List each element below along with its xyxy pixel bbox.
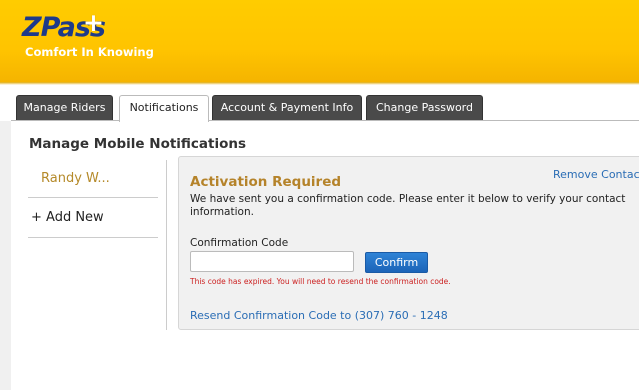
tab-manage-riders[interactable]: Manage Riders: [16, 95, 113, 121]
tab-bar-rule: [11, 120, 639, 121]
contact-item-randy[interactable]: Randy W...: [41, 171, 171, 186]
tagline: Comfort In Knowing: [25, 45, 154, 59]
confirm-button[interactable]: Confirm: [365, 252, 428, 273]
add-new-contact-button[interactable]: + Add New: [31, 210, 161, 225]
activation-title: Activation Required: [190, 174, 342, 190]
confirmation-code-label: Confirmation Code: [190, 237, 289, 249]
resend-code-link[interactable]: Resend Confirmation Code to (307) 760 - …: [190, 309, 448, 322]
vertical-divider: [166, 160, 167, 330]
error-message: This code has expired. You will need to …: [190, 277, 451, 286]
contact-divider: [28, 197, 158, 198]
remove-contact-link[interactable]: Remove Contact: [553, 168, 639, 181]
contact-divider: [28, 237, 158, 238]
logo-plus-icon: +: [83, 8, 104, 37]
page-title: Manage Mobile Notifications: [29, 136, 247, 152]
tab-account-payment[interactable]: Account & Payment Info: [212, 95, 362, 121]
activation-message: We have sent you a confirmation code. Pl…: [190, 193, 626, 218]
confirmation-code-input[interactable]: [190, 251, 354, 272]
tab-notifications[interactable]: Notifications: [119, 95, 209, 122]
header-banner: ZPass + Comfort In Knowing: [0, 0, 639, 82]
tab-change-password[interactable]: Change Password: [366, 95, 483, 121]
left-gutter: [0, 121, 11, 390]
